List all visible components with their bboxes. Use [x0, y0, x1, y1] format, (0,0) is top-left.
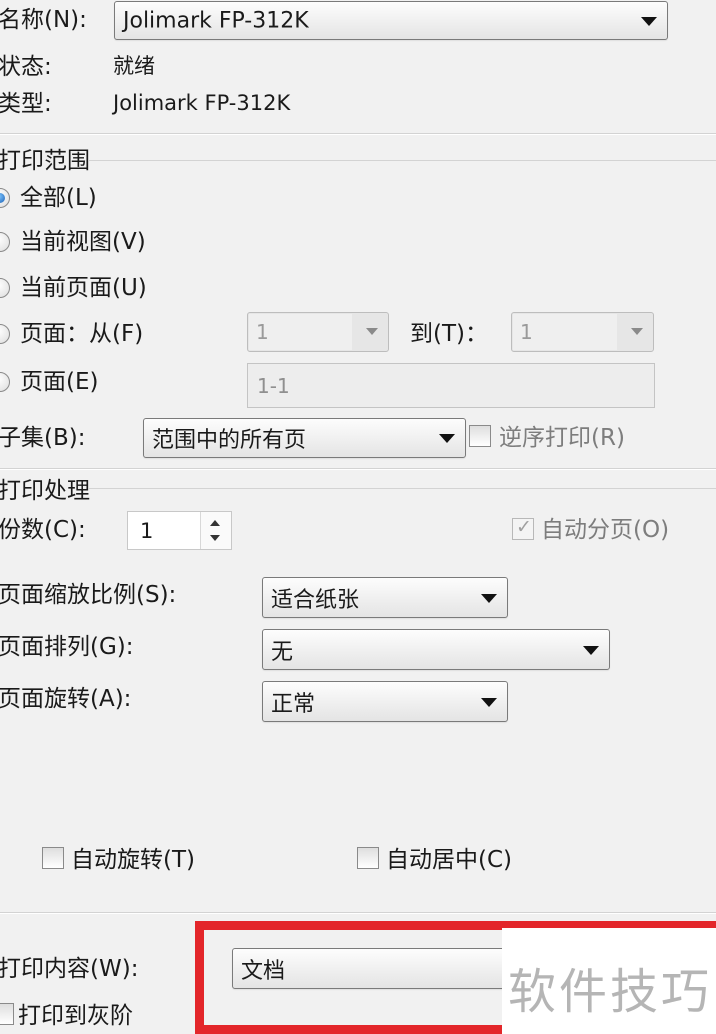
radio-current-view[interactable]	[0, 232, 10, 252]
printer-type-label: 类型:	[0, 91, 52, 117]
subset-label: 子集(B):	[0, 425, 86, 451]
scaling-value: 适合纸张	[271, 587, 360, 613]
watermark-text: 软件技巧	[508, 964, 713, 1020]
auto-center-checkbox[interactable]	[357, 847, 379, 869]
radio-all-label[interactable]: 全部(L)	[20, 184, 97, 212]
print-range-title: 打印范围	[0, 148, 90, 174]
to-label: 到(T)：	[410, 321, 488, 347]
group-line	[88, 488, 716, 489]
group-line	[88, 160, 716, 161]
arrangement-dropdown[interactable]: 无	[262, 629, 610, 670]
chevron-up-icon[interactable]	[210, 520, 220, 526]
copies-value: 1	[140, 518, 154, 543]
rotation-dropdown[interactable]: 正常	[262, 681, 508, 722]
from-page-value: 1	[256, 320, 269, 344]
printer-status-label: 状态:	[0, 54, 52, 80]
stepper-buttons[interactable]	[200, 512, 231, 549]
radio-current-page-label[interactable]: 当前页面(U)	[20, 274, 147, 302]
auto-rotate-label[interactable]: 自动旋转(T)	[71, 846, 195, 874]
pages-input-value: 1-1	[257, 373, 290, 398]
chevron-down-icon	[366, 328, 378, 335]
radio-pages-label[interactable]: 页面(E)	[20, 368, 98, 396]
reverse-order-label[interactable]: 逆序打印(R)	[499, 424, 625, 452]
grayscale-checkbox[interactable]	[0, 1003, 14, 1025]
subset-dropdown[interactable]: 范围中的所有页	[143, 418, 466, 458]
radio-all[interactable]	[0, 188, 10, 208]
to-page-dropdown[interactable]: 1	[511, 312, 654, 352]
auto-rotate-checkbox[interactable]	[42, 847, 64, 869]
arrangement-value: 无	[271, 639, 294, 665]
scaling-label: 页面缩放比例(S):	[0, 582, 177, 608]
chevron-down-icon	[641, 16, 657, 26]
to-page-value: 1	[520, 320, 533, 344]
auto-center-label[interactable]: 自动居中(C)	[386, 846, 512, 874]
chevron-down-icon[interactable]	[210, 535, 220, 541]
chevron-down-icon	[631, 328, 643, 335]
from-page-dropdown[interactable]: 1	[247, 312, 389, 352]
pages-input[interactable]: 1-1	[247, 363, 655, 408]
subset-value: 范围中的所有页	[152, 428, 307, 453]
printer-type-value: Jolimark FP-312K	[113, 91, 291, 115]
collate-label[interactable]: 自动分页(O)	[541, 516, 669, 544]
section-divider-highlight	[0, 913, 716, 914]
printer-name-label: 名称(N):	[0, 7, 87, 33]
print-handling-title: 打印处理	[0, 478, 90, 504]
arrangement-label: 页面排列(G):	[0, 634, 134, 660]
radio-current-view-label[interactable]: 当前视图(V)	[20, 228, 146, 256]
printer-name-dropdown[interactable]: Jolimark FP-312K	[114, 1, 668, 40]
chevron-down-icon	[583, 645, 599, 655]
printer-status-value: 就绪	[113, 54, 155, 78]
section-divider-highlight	[0, 469, 716, 470]
copies-label: 份数(C):	[0, 517, 86, 543]
radio-pages[interactable]	[0, 372, 10, 392]
printer-name-value: Jolimark FP-312K	[123, 8, 309, 33]
print-content-label: 打印内容(W):	[0, 956, 139, 982]
grayscale-label[interactable]: 打印到灰阶	[18, 1002, 133, 1030]
rotation-value: 正常	[271, 691, 316, 717]
section-divider-highlight	[0, 134, 716, 135]
radio-current-page[interactable]	[0, 278, 10, 298]
rotation-label: 页面旋转(A):	[0, 686, 132, 712]
scaling-dropdown[interactable]: 适合纸张	[262, 577, 508, 618]
reverse-order-checkbox[interactable]	[469, 425, 491, 447]
chevron-down-icon	[481, 593, 497, 603]
radio-pages-from-label[interactable]: 页面：从(F)	[20, 320, 143, 348]
radio-pages-from[interactable]	[0, 324, 10, 344]
collate-checkbox[interactable]: ✓	[512, 516, 534, 540]
copies-stepper[interactable]: 1	[127, 511, 232, 550]
chevron-down-icon	[439, 434, 455, 443]
chevron-down-icon	[481, 697, 497, 707]
checkmark-icon: ✓	[516, 516, 532, 538]
